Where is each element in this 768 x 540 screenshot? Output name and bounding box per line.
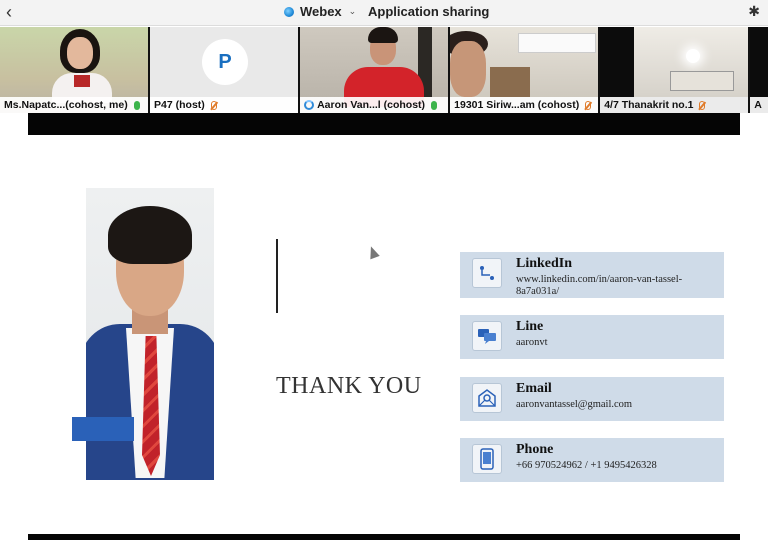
video-feed-face	[450, 41, 487, 97]
participant-name-bar: 4/7 Thanakrit no.1	[600, 97, 749, 113]
contact-card-line: Line aaronvt	[460, 315, 724, 359]
sharing-status-title: Application sharing	[368, 4, 490, 19]
video-feed-shelf	[490, 67, 531, 97]
contact-value: +66 970524962 / +1 9495426328	[516, 460, 657, 471]
participant-name: Ms.Napatc...(cohost, me)	[4, 99, 128, 111]
participant-tile[interactable]: 19301 Siriw...am (cohost)	[450, 27, 599, 113]
contact-title: Phone	[516, 442, 554, 457]
participant-tile[interactable]: Aaron Van...l (cohost)	[300, 27, 449, 113]
chat-icon	[472, 321, 502, 351]
contact-card-email: Email aaronvantassel@gmail.com	[460, 377, 724, 421]
participant-name: P47 (host)	[154, 99, 205, 111]
participant-name: 19301 Siriw...am (cohost)	[454, 99, 580, 111]
participant-name: A	[754, 99, 762, 111]
participant-tile[interactable]: A	[750, 27, 768, 113]
video-feed-hair	[368, 27, 399, 43]
participant-tile[interactable]: P P47 (host)	[150, 27, 299, 113]
email-icon	[472, 383, 502, 413]
contact-title: Line	[516, 319, 544, 334]
contact-value: aaronvantassel@gmail.com	[516, 399, 633, 410]
linkedin-icon	[472, 258, 502, 288]
chevron-left-icon[interactable]: ‹	[6, 2, 12, 22]
accent-bar	[72, 417, 134, 441]
active-speaker-icon	[304, 100, 315, 110]
phone-icon	[472, 444, 502, 474]
divider	[276, 239, 278, 313]
participant-name: Aaron Van...l (cohost)	[317, 99, 426, 111]
chevron-down-icon[interactable]: ⌄	[349, 6, 357, 17]
slide-heading: THANK YOU	[276, 373, 422, 399]
participant-strip: Ms.Napatc...(cohost, me) P P47 (host) Aa…	[0, 27, 768, 113]
share-border-top	[28, 113, 740, 135]
video-feed-tie	[74, 75, 90, 87]
participant-name-bar: Aaron Van...l (cohost)	[300, 97, 449, 113]
participant-tile[interactable]: Ms.Napatc...(cohost, me)	[0, 27, 149, 113]
contact-value: www.linkedin.com/in/aaron-van-tassel-8a7…	[516, 274, 683, 297]
share-border-bottom	[28, 534, 740, 540]
mic-muted-icon	[585, 100, 592, 110]
mic-on-icon	[133, 100, 140, 110]
participant-name-bar: P47 (host)	[150, 97, 299, 113]
contact-card-phone: Phone +66 970524962 / +1 9495426328	[460, 438, 724, 482]
contact-title: Email	[516, 381, 552, 396]
contact-title: LinkedIn	[516, 256, 573, 271]
app-name: Webex	[300, 4, 342, 19]
bluetooth-icon: ✱	[748, 3, 760, 19]
video-feed-cabinet	[670, 71, 735, 91]
app-titlebar: ‹ Webex ⌄ Application sharing ✱	[0, 0, 768, 26]
participant-name-bar: 19301 Siriw...am (cohost)	[450, 97, 599, 113]
participant-name: 4/7 Thanakrit no.1	[604, 99, 694, 111]
mic-on-icon	[431, 100, 438, 110]
contact-card-linkedin: LinkedIn www.linkedin.com/in/aaron-van-t…	[460, 252, 724, 298]
video-feed-background	[518, 33, 597, 53]
mic-muted-icon	[699, 100, 706, 110]
photo-hair	[108, 206, 192, 264]
contact-value: aaronvt	[516, 337, 548, 348]
mic-muted-icon	[210, 100, 217, 110]
video-feed-face	[67, 37, 93, 69]
participant-tile[interactable]: 4/7 Thanakrit no.1	[600, 27, 749, 113]
webex-logo-icon	[284, 6, 294, 17]
participant-name-bar: A	[750, 97, 768, 113]
participant-name-bar: Ms.Napatc...(cohost, me)	[0, 97, 149, 113]
avatar: P	[202, 39, 249, 85]
app-title-menu[interactable]: Webex ⌄	[284, 4, 356, 19]
